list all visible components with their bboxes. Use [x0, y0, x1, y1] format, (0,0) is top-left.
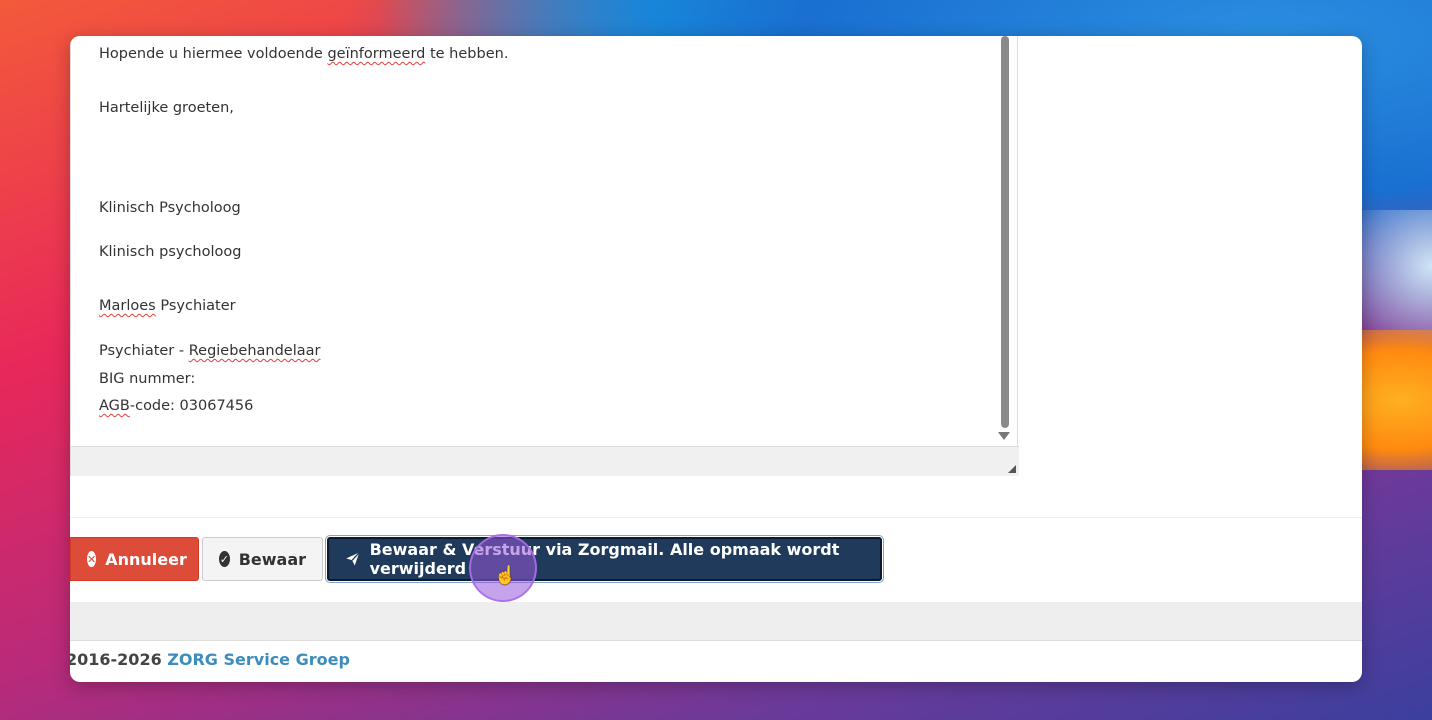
save-and-send-zorgmail-button[interactable]: Bewaar & Verstuur via Zorgmail. Alle opm… [325, 535, 884, 583]
editor-line: AGB-code: 03067456 [99, 398, 254, 414]
footer-brand-link[interactable]: ZORG Service Groep [167, 650, 350, 669]
paper-plane-icon [346, 552, 360, 566]
editor-line: BIG nummer: [99, 371, 196, 387]
footer: 2016-2026 ZORG Service Groep [70, 650, 350, 669]
misspelled-word: Regiebehandelaar [188, 343, 321, 359]
divider [70, 517, 1362, 518]
scroll-down-arrow-icon[interactable] [998, 432, 1010, 440]
misspelled-word: geïnformeerd [327, 46, 426, 62]
misspelled-word: Marloes [99, 298, 156, 314]
editor-line: Hopende u hiermee voldoende geïnformeerd… [99, 46, 509, 62]
send-button-label: Bewaar & Verstuur via Zorgmail. Alle opm… [369, 540, 840, 578]
misspelled-word: AGB [99, 398, 130, 414]
app-window: Hopende u hiermee voldoende geïnformeerd… [70, 36, 1362, 682]
content-bottom-band [70, 602, 1362, 641]
save-button-label: Bewaar [238, 549, 306, 569]
cancel-button[interactable]: ✕ Annuleer [70, 537, 199, 581]
editor-statusbar [71, 446, 1019, 476]
save-button[interactable]: ✓ Bewaar [202, 537, 323, 581]
editor-line: Hartelijke groeten, [99, 100, 234, 116]
editor-scrollbar-thumb[interactable] [1001, 36, 1009, 428]
message-editor[interactable]: Hopende u hiermee voldoende geïnformeerd… [70, 36, 1019, 476]
check-circle-icon: ✓ [219, 551, 230, 567]
resize-handle-icon[interactable] [1008, 465, 1016, 473]
cancel-button-label: Annuleer [105, 549, 187, 569]
times-circle-icon: ✕ [87, 551, 97, 567]
editor-line: Psychiater - Regiebehandelaar [99, 343, 321, 359]
editor-line: Klinisch Psycholoog [99, 200, 241, 216]
hand-pointer-icon: ☝ [494, 565, 517, 585]
editor-line: Klinisch psycholoog [99, 244, 242, 260]
editor-line: Marloes Psychiater [99, 298, 236, 314]
footer-years: 2016-2026 [70, 650, 162, 669]
